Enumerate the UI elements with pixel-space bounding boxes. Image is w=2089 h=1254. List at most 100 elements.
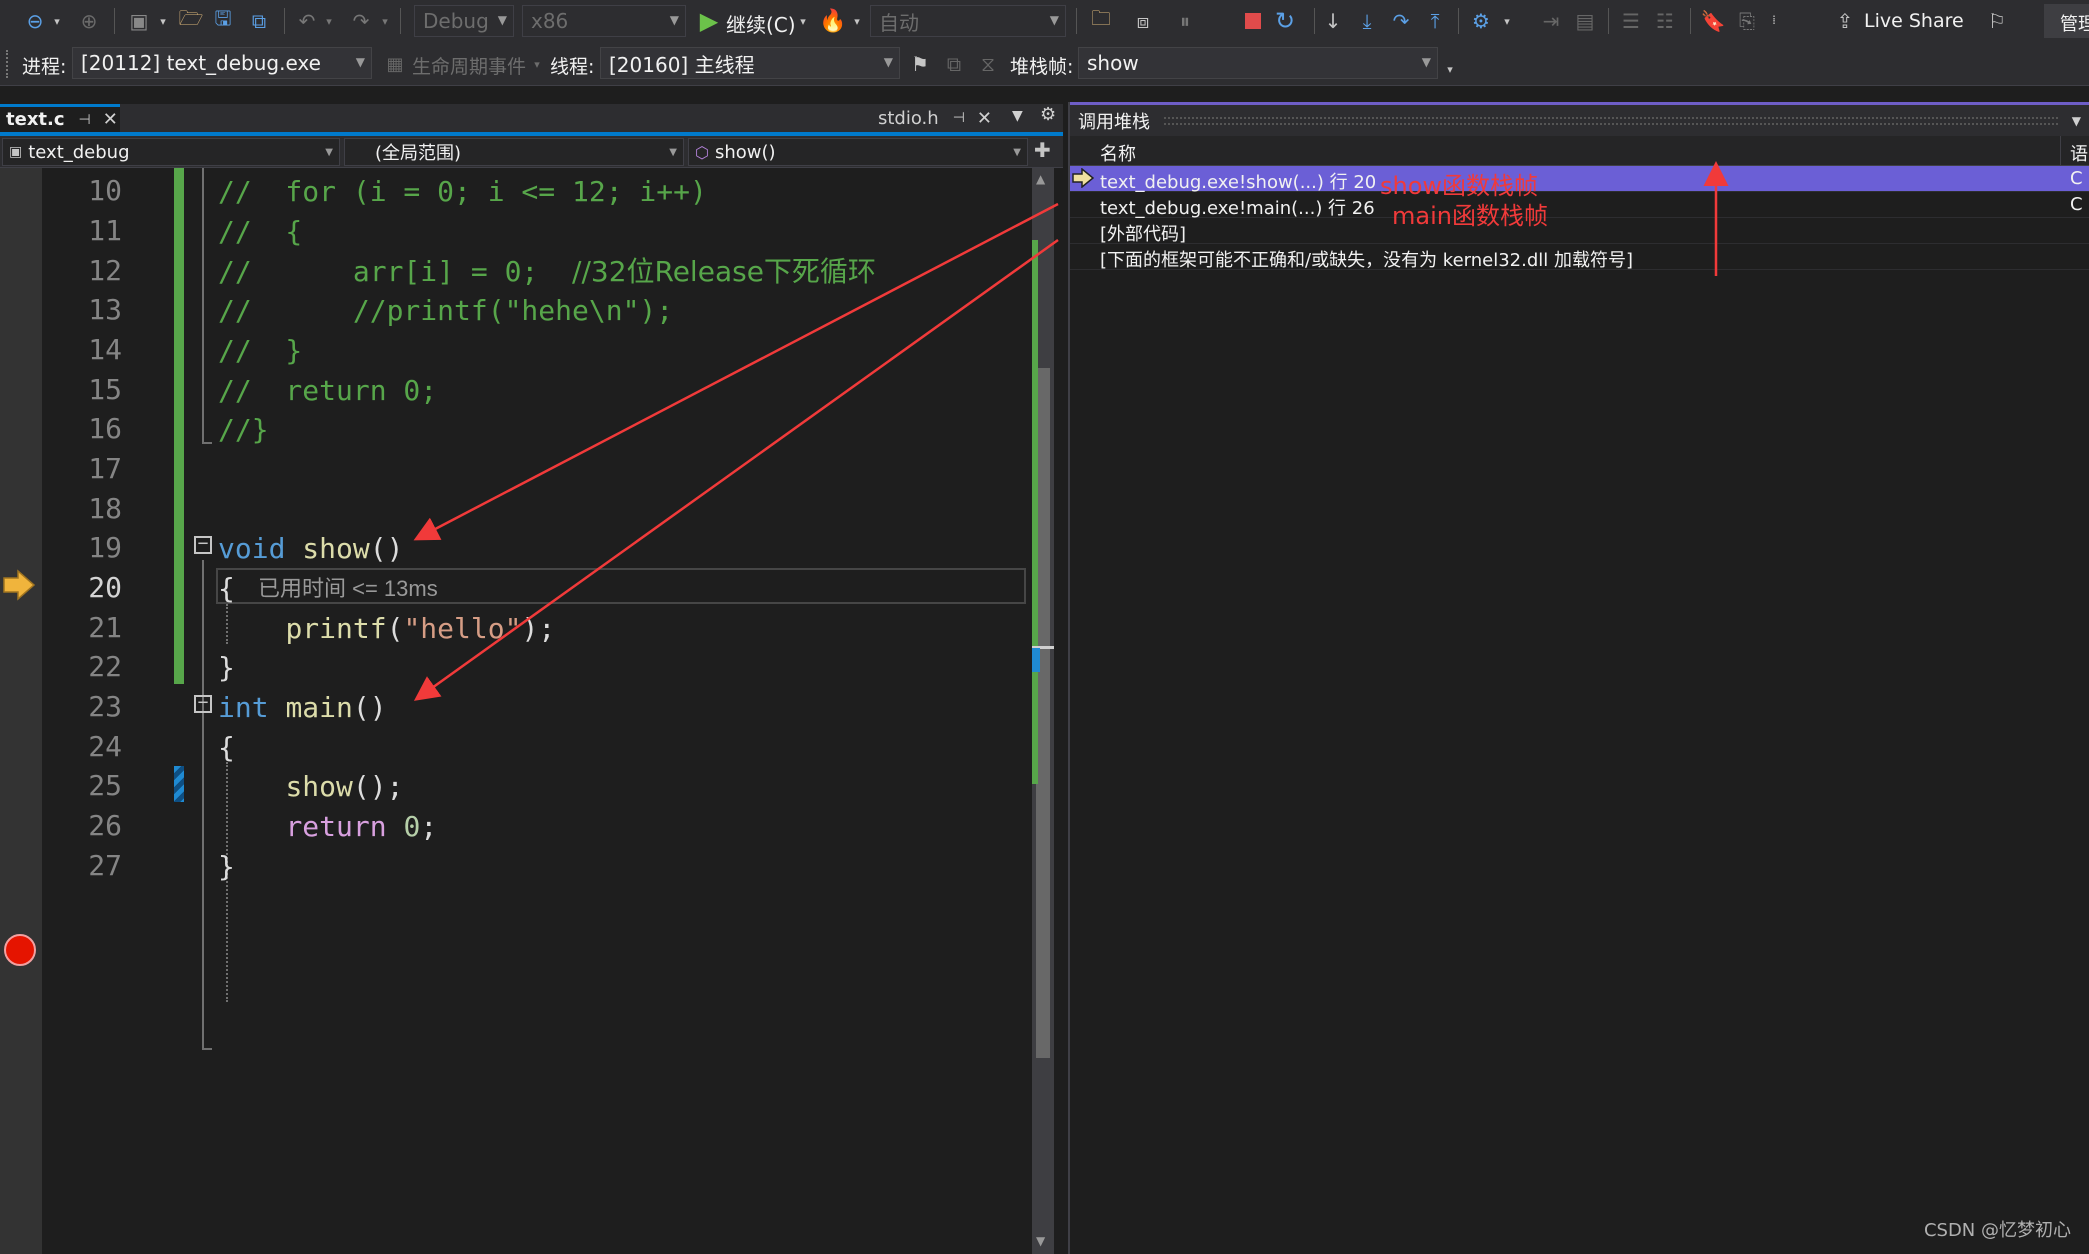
- collapse-main-icon[interactable]: −: [194, 694, 212, 713]
- filter-icon[interactable]: ⧖: [974, 50, 1002, 78]
- indent-icon[interactable]: ⇥: [1536, 6, 1566, 36]
- auto-value: 自动: [879, 10, 919, 35]
- call-stack-title-bar[interactable]: 调用堆栈 ▼: [1070, 102, 2089, 136]
- toolbar-overflow-icon[interactable]: ▾: [1442, 56, 1458, 82]
- new-dropdown-icon[interactable]: ▾: [156, 6, 170, 36]
- thread-select[interactable]: [20160] 主线程 ▼: [600, 47, 900, 79]
- tab-list-icon[interactable]: ▼: [1012, 108, 1023, 124]
- save-all-icon[interactable]: ⧉: [244, 6, 274, 36]
- configuration-select[interactable]: Debug ▼: [414, 5, 514, 37]
- code-editor[interactable]: − − // for (i = 0; i <= 12; i++) // { //…: [132, 168, 1032, 1254]
- undo-dropdown-icon[interactable]: ▾: [322, 6, 336, 36]
- platform-value: x86: [531, 9, 569, 33]
- toolbar-overflow-icon[interactable]: ⁞: [1764, 2, 1784, 38]
- stop-debugging-icon[interactable]: [1238, 6, 1268, 36]
- member-select[interactable]: ⬡ show() ▼: [688, 138, 1028, 166]
- platform-select[interactable]: x86 ▼: [522, 5, 686, 37]
- scope-select[interactable]: (全局范围) ▼: [344, 138, 684, 166]
- chevron-down-icon: ▼: [1421, 55, 1431, 69]
- lifecycle-icon[interactable]: ▦: [382, 50, 408, 78]
- outdent-icon[interactable]: ☰: [1616, 6, 1646, 36]
- share-icon[interactable]: ⇪: [1830, 6, 1860, 36]
- line-number: 27: [88, 849, 122, 882]
- call-stack-row-selected[interactable]: text_debug.exe!show(...) 行 20 C: [1070, 166, 2089, 193]
- back-icon[interactable]: ⊖: [20, 6, 50, 36]
- scroll-down-icon[interactable]: ▼: [1036, 1234, 1045, 1248]
- uncomment-icon[interactable]: ☷: [1650, 6, 1680, 36]
- toolbar-separator: [1076, 8, 1077, 34]
- breakpoint-icon[interactable]: [4, 934, 36, 966]
- feedback-icon[interactable]: ⚐: [1982, 6, 2012, 36]
- toolbar-separator: [284, 8, 285, 34]
- editor-vertical-scrollbar[interactable]: ▲ ▼: [1032, 168, 1054, 1254]
- play-icon[interactable]: ▶: [696, 6, 722, 36]
- continue-button[interactable]: 继续(C): [726, 9, 796, 38]
- scrollbar-thumb[interactable]: [1036, 368, 1050, 1058]
- column-header-language[interactable]: 语: [2070, 140, 2088, 166]
- flag-all-icon[interactable]: ⧉: [940, 50, 968, 78]
- project-icon: ▣: [9, 144, 23, 160]
- close-icon[interactable]: ✕: [103, 109, 118, 130]
- break-all-icon[interactable]: ⏸: [1170, 6, 1200, 36]
- scroll-up-icon[interactable]: ▲: [1036, 172, 1045, 186]
- tab-text-c[interactable]: text.c ⊣ ✕: [0, 104, 120, 132]
- tab-stdio-h[interactable]: stdio.h ⊣ ✕: [878, 104, 992, 132]
- toolbar-separator: [1608, 8, 1609, 34]
- redo-dropdown-icon[interactable]: ▾: [378, 6, 392, 36]
- back-dropdown-icon[interactable]: ▾: [50, 6, 64, 36]
- show-next-statement-icon[interactable]: ↓: [1318, 6, 1348, 36]
- hot-reload-icon[interactable]: 🔥: [818, 6, 848, 36]
- column-divider[interactable]: [2060, 136, 2061, 166]
- call-stack-frame-language: C: [2070, 168, 2083, 189]
- call-stack-panel: 调用堆栈 ▼ 名称 语 text_debug.exe!show(...) 行 2…: [1068, 102, 2089, 1254]
- comment-icon[interactable]: ▤: [1570, 6, 1600, 36]
- continue-dropdown-icon[interactable]: ▾: [796, 6, 810, 36]
- breakpoint-gutter[interactable]: [0, 168, 42, 1254]
- column-header-name[interactable]: 名称: [1100, 140, 1136, 166]
- step-out-icon[interactable]: ⤒: [1420, 6, 1450, 36]
- undo-icon[interactable]: ↶: [292, 6, 322, 36]
- member-value: show(): [714, 141, 776, 163]
- project-select[interactable]: ▣ text_debug ▼: [2, 138, 340, 166]
- restart-icon[interactable]: ↻: [1270, 6, 1300, 36]
- call-stack-row[interactable]: [下面的框架可能不正确和/或缺失，没有为 kernel32.dll 加载符号]: [1070, 244, 2089, 271]
- stack-frame-select[interactable]: show ▼: [1078, 47, 1438, 79]
- call-stack-row[interactable]: text_debug.exe!main(...) 行 26 C: [1070, 192, 2089, 219]
- indent-guide: [202, 168, 204, 444]
- flag-thread-icon[interactable]: ⚑: [906, 50, 934, 78]
- save-icon[interactable]: 🖫: [208, 6, 238, 36]
- settings-gear-icon[interactable]: ⚙: [1040, 104, 1056, 125]
- hot-reload-dropdown-icon[interactable]: ▾: [850, 6, 864, 36]
- new-project-icon[interactable]: ▣: [124, 6, 154, 36]
- bookmark-icon[interactable]: 🔖: [1698, 6, 1728, 36]
- code-line-23: int main(): [218, 690, 387, 726]
- manage-button[interactable]: 管理: [2044, 4, 2089, 38]
- process-select[interactable]: [20112] text_debug.exe ▼: [72, 47, 372, 79]
- lifecycle-events-button[interactable]: 生命周期事件: [412, 52, 526, 79]
- live-share-button[interactable]: Live Share: [1864, 10, 1964, 32]
- line-numbers: 10 11 12 13 14 15 16 17 18 19 20 21 22 2…: [42, 168, 132, 1254]
- redo-icon[interactable]: ↷: [346, 6, 376, 36]
- step-into-icon[interactable]: ⤓: [1352, 6, 1382, 36]
- hex-dropdown-icon[interactable]: ▾: [1500, 6, 1514, 36]
- forward-icon[interactable]: ⊕: [74, 6, 104, 36]
- code-line-15: // return 0;: [218, 374, 438, 407]
- close-icon[interactable]: ✕: [977, 108, 992, 129]
- process-folder-icon[interactable]: 🗀: [1086, 6, 1116, 36]
- pin-icon[interactable]: ⊣: [79, 112, 91, 128]
- window-layout-icon[interactable]: ⧈: [1128, 6, 1158, 36]
- collapse-show-icon[interactable]: −: [194, 535, 212, 554]
- bookmark-next-icon[interactable]: ⎘: [1732, 6, 1762, 36]
- auto-select[interactable]: 自动 ▼: [870, 5, 1066, 37]
- split-editor-icon[interactable]: ✚: [1034, 138, 1051, 162]
- open-folder-icon[interactable]: 🗁: [176, 6, 206, 36]
- perf-tip[interactable]: 已用时间 <= 13ms: [258, 571, 438, 603]
- call-stack-header: 名称 语: [1070, 136, 2089, 166]
- toolbar-grip[interactable]: [6, 50, 12, 78]
- hex-display-icon[interactable]: ⚙: [1466, 6, 1496, 36]
- call-stack-row[interactable]: [外部代码]: [1070, 218, 2089, 245]
- lifecycle-dropdown-icon[interactable]: ▾: [530, 50, 544, 78]
- step-over-icon[interactable]: ↷: [1386, 6, 1416, 36]
- pin-icon[interactable]: ⊣: [953, 110, 965, 126]
- panel-menu-icon[interactable]: ▼: [2072, 114, 2081, 128]
